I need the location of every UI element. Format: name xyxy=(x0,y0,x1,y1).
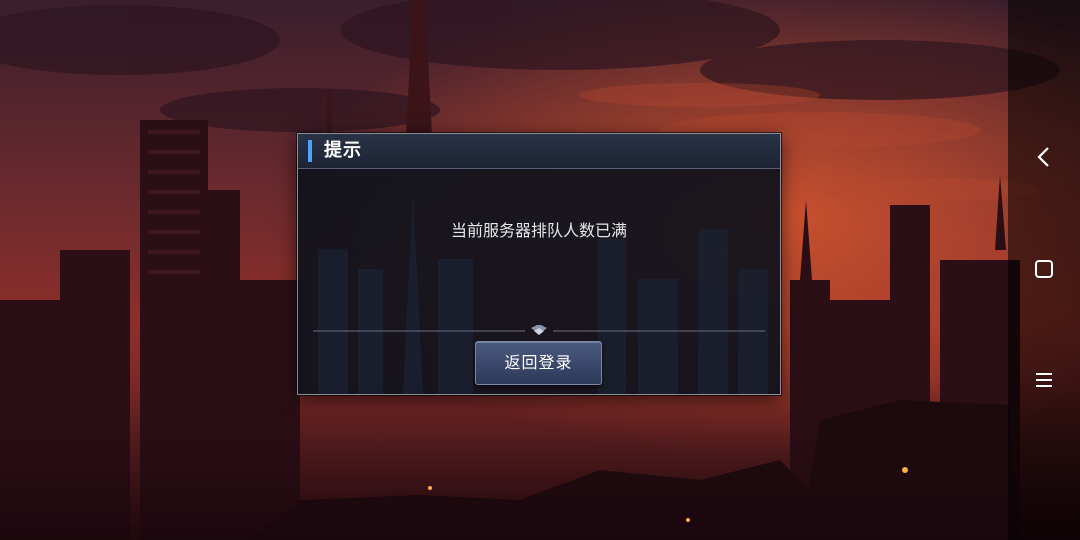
return-login-button[interactable]: 返回登录 xyxy=(475,341,602,385)
back-icon xyxy=(1037,147,1049,167)
dialog-message: 当前服务器排队人数已满 xyxy=(450,221,627,240)
system-navigation-bar xyxy=(1008,0,1080,540)
header-accent-bar xyxy=(308,140,312,162)
notice-dialog: 提示 当前服务器排队人数已满 返回登录 xyxy=(297,133,781,395)
home-button[interactable] xyxy=(1008,245,1080,293)
recent-apps-button[interactable] xyxy=(1008,356,1080,404)
home-icon xyxy=(1035,260,1053,278)
dialog-body: 当前服务器排队人数已满 返回登录 xyxy=(298,169,780,394)
dialog-divider xyxy=(313,325,765,335)
recent-apps-icon xyxy=(1036,373,1052,387)
dialog-header: 提示 xyxy=(298,134,780,169)
dialog-title: 提示 xyxy=(324,140,362,161)
game-screen: 提示 当前服务器排队人数已满 返回登录 xyxy=(0,0,1080,540)
back-button[interactable] xyxy=(1008,133,1080,181)
